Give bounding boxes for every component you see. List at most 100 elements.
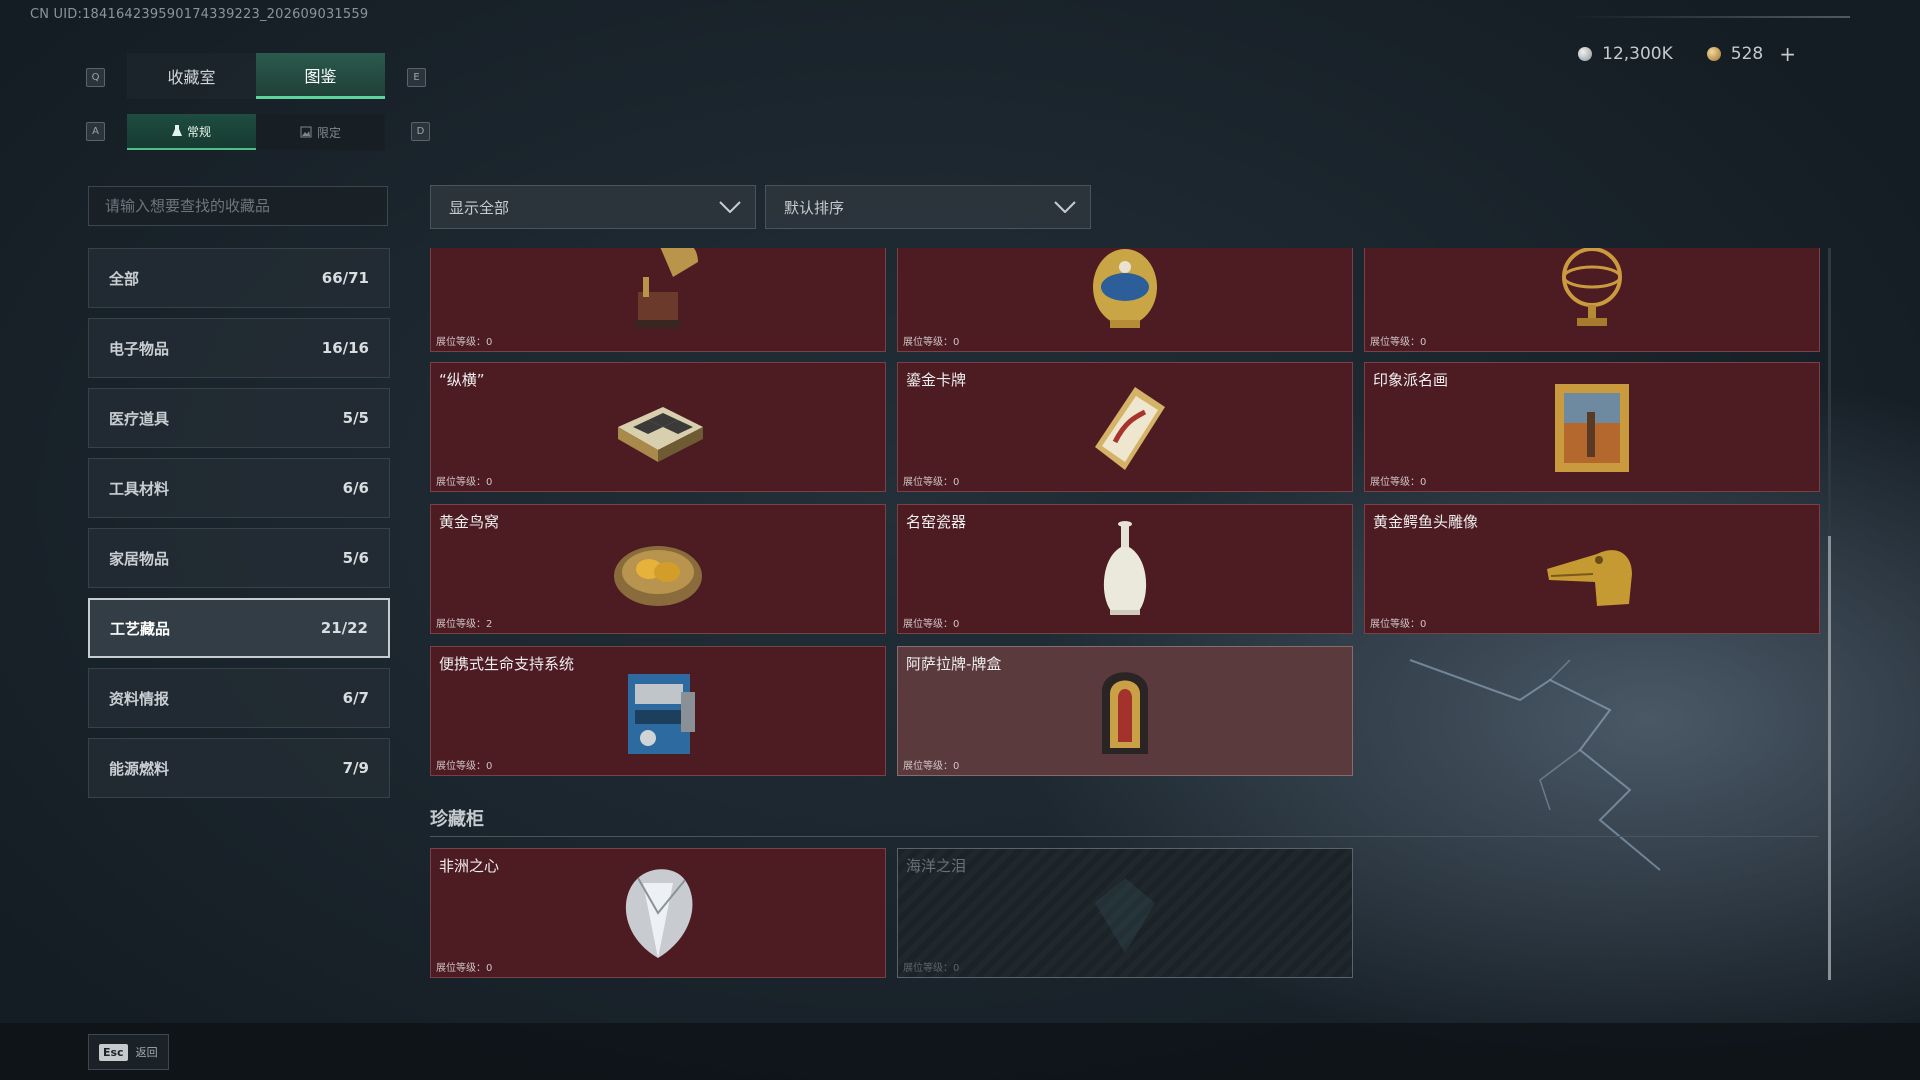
- chevron-down-icon: [719, 201, 741, 213]
- showcase-card-locked[interactable]: 海洋之泪 展位等级：0: [897, 848, 1353, 978]
- back-button[interactable]: Esc 返回: [88, 1034, 169, 1070]
- tab-catalog[interactable]: 图鉴: [256, 53, 385, 99]
- category-count: 5/5: [342, 409, 369, 427]
- chessboard-icon: [618, 407, 703, 462]
- card-level: 0: [953, 337, 960, 348]
- card-name: 鎏金卡牌: [906, 371, 967, 389]
- level-prefix: 展位等级：: [1370, 619, 1420, 630]
- tab-collection-room[interactable]: 收藏室: [127, 53, 256, 99]
- gem-icon: [1095, 878, 1155, 953]
- sub-tabs: 常规 限定: [127, 114, 385, 150]
- card-level: 0: [953, 963, 960, 974]
- search-input[interactable]: [88, 186, 388, 226]
- top-divider: [1570, 16, 1850, 18]
- category-energy[interactable]: 能源燃料 7/9: [88, 738, 390, 798]
- category-label: 工艺藏品: [110, 619, 171, 638]
- level-prefix: 展位等级：: [436, 337, 486, 348]
- card-level: 0: [1420, 619, 1427, 630]
- porcelain-vase-icon: [1103, 521, 1147, 615]
- card-level: 0: [486, 477, 493, 488]
- filter-dropdown[interactable]: 显示全部: [430, 185, 756, 229]
- chevron-down-icon: [1054, 201, 1076, 213]
- category-label: 医疗道具: [109, 409, 170, 428]
- category-all[interactable]: 全部 66/71: [88, 248, 390, 308]
- category-count: 7/9: [342, 759, 369, 777]
- gold-amount: 528: [1730, 44, 1764, 64]
- card-name: 海洋之泪: [906, 857, 967, 875]
- life-support-icon: [628, 674, 695, 754]
- gilded-card-icon: [1095, 387, 1165, 470]
- card-name: 名窑瓷器: [906, 513, 967, 531]
- painting-icon: [1555, 384, 1629, 472]
- card-name: 非洲之心: [439, 857, 500, 875]
- card-level: 0: [953, 477, 960, 488]
- level-prefix: 展位等级：: [1370, 337, 1420, 348]
- armillary-sphere-icon: [1562, 248, 1622, 327]
- card-level: 0: [486, 963, 493, 974]
- card-name: 印象派名画: [1373, 371, 1449, 389]
- category-label: 能源燃料: [109, 759, 170, 778]
- category-electronics[interactable]: 电子物品 16/16: [88, 318, 390, 378]
- category-label: 工具材料: [109, 479, 170, 498]
- card-name: “纵横”: [439, 371, 485, 389]
- uid-label: CN UID:1841642395901743392​23_2026090315…: [30, 7, 369, 22]
- sort-dropdown[interactable]: 默认排序: [765, 185, 1091, 229]
- level-prefix: 展位等级：: [903, 337, 953, 348]
- back-label: 返回: [135, 1046, 158, 1059]
- esc-key-label: Esc: [99, 1043, 128, 1061]
- showcase-card[interactable]: 非洲之心 展位等级：0: [430, 848, 886, 978]
- level-prefix: 展位等级：: [903, 619, 953, 630]
- category-label: 资料情报: [109, 689, 170, 708]
- category-count: 66/71: [321, 269, 369, 287]
- level-prefix: 展位等级：: [903, 963, 953, 974]
- collection-card[interactable]: 名窑瓷器 展位等级：0: [897, 504, 1353, 634]
- category-label: 电子物品: [109, 339, 170, 358]
- category-tools[interactable]: 工具材料 6/6: [88, 458, 390, 518]
- card-level: 0: [1420, 337, 1427, 348]
- card-level: 0: [953, 619, 960, 630]
- collection-card[interactable]: 展位等级：0: [430, 248, 886, 352]
- category-label: 全部: [109, 269, 140, 288]
- category-medical[interactable]: 医疗道具 5/5: [88, 388, 390, 448]
- key-hint-e: E: [407, 68, 426, 87]
- collection-card[interactable]: 展位等级：0: [1364, 248, 1820, 352]
- collection-card[interactable]: 黄金鸟窝 展位等级：2: [430, 504, 886, 634]
- category-count: 16/16: [321, 339, 369, 357]
- category-crafts[interactable]: 工艺藏品 21/22: [88, 598, 390, 658]
- collection-card[interactable]: 展位等级：0: [897, 248, 1353, 352]
- add-currency-button[interactable]: +: [1779, 42, 1796, 66]
- subtab-regular-label: 常规: [186, 124, 211, 139]
- category-count: 6/7: [342, 689, 369, 707]
- card-name: 阿萨拉牌-牌盒: [906, 655, 1002, 673]
- collection-card[interactable]: 鎏金卡牌 展位等级：0: [897, 362, 1353, 492]
- subtab-limited[interactable]: 限定: [256, 114, 385, 150]
- sort-dropdown-value: 默认排序: [784, 198, 845, 217]
- subtab-regular[interactable]: 常规: [127, 114, 256, 150]
- gold-coin-icon: [1706, 47, 1721, 61]
- card-level: 0: [1420, 477, 1427, 488]
- card-level: 0: [953, 761, 960, 772]
- category-intel[interactable]: 资料情报 6/7: [88, 668, 390, 728]
- collection-card[interactable]: “纵横” 展位等级：0: [430, 362, 886, 492]
- level-prefix: 展位等级：: [903, 477, 953, 488]
- currency-bar: 12,300K 528 +: [1578, 42, 1796, 66]
- category-label: 家居物品: [109, 549, 170, 568]
- card-name: 便携式生命支持系统: [439, 655, 575, 673]
- scrollbar-thumb[interactable]: [1828, 536, 1831, 980]
- silver-coin-icon: [1578, 47, 1593, 61]
- card-level: 0: [486, 761, 493, 772]
- main-tabs: 收藏室 图鉴: [127, 53, 385, 99]
- collection-card[interactable]: 阿萨拉牌-牌盒 展位等级：0: [897, 646, 1353, 776]
- diamond-icon: [625, 869, 693, 958]
- collection-card[interactable]: 便携式生命支持系统 展位等级：0: [430, 646, 886, 776]
- scrollbar[interactable]: [1828, 248, 1831, 980]
- key-hint-q: Q: [86, 68, 105, 87]
- level-prefix: 展位等级：: [436, 963, 486, 974]
- level-prefix: 展位等级：: [436, 619, 486, 630]
- subtab-limited-label: 限定: [316, 125, 341, 140]
- silver-amount: 12,300K: [1602, 44, 1673, 64]
- golden-nest-icon: [614, 546, 702, 606]
- collection-card[interactable]: 黄金鳄鱼头雕像 展位等级：0: [1364, 504, 1820, 634]
- collection-card[interactable]: 印象派名画 展位等级：0: [1364, 362, 1820, 492]
- category-household[interactable]: 家居物品 5/6: [88, 528, 390, 588]
